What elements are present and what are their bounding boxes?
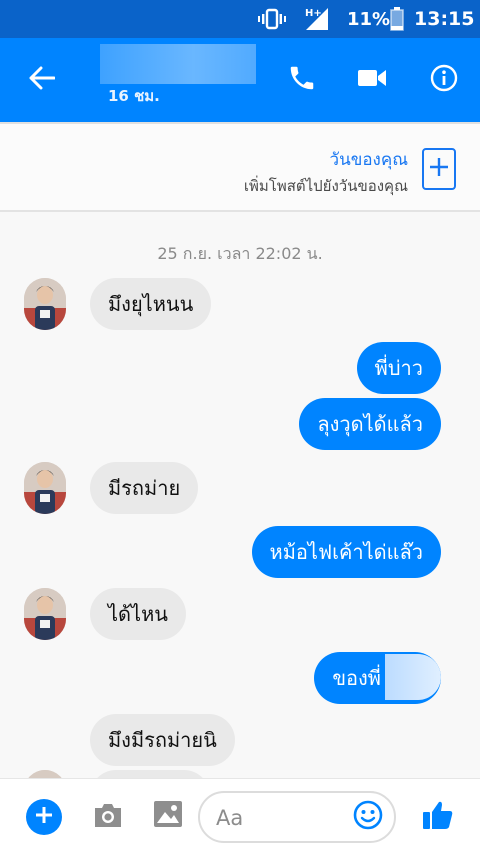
video-camera-icon bbox=[357, 67, 387, 93]
incoming-message[interactable]: มีรถม่าย bbox=[90, 462, 199, 514]
outgoing-message[interactable]: ของพี่ bbox=[314, 652, 441, 704]
svg-text:H+: H+ bbox=[305, 8, 322, 19]
emoji-icon bbox=[353, 800, 383, 834]
image-icon bbox=[153, 800, 183, 832]
contact-avatar[interactable] bbox=[24, 278, 66, 330]
last-active-status: 16 ชม. bbox=[108, 87, 160, 105]
your-day-title: วันของคุณ bbox=[329, 150, 408, 170]
message-timestamp: 25 ก.ย. เวลา 22:02 น. bbox=[157, 244, 323, 263]
thumbs-up-icon bbox=[422, 799, 454, 835]
incoming-message[interactable]: มึงมีรถม่ายนิ bbox=[90, 714, 235, 766]
vibrate-icon bbox=[258, 0, 286, 38]
battery-icon bbox=[390, 0, 404, 38]
contact-name-redacted[interactable] bbox=[100, 44, 256, 84]
outgoing-message[interactable]: พี่บ่าว bbox=[356, 342, 441, 394]
more-actions-button[interactable] bbox=[26, 799, 62, 835]
message-input[interactable] bbox=[216, 803, 346, 833]
contact-avatar[interactable] bbox=[24, 770, 66, 778]
back-arrow-icon bbox=[29, 66, 56, 94]
message-thread[interactable]: 25 ก.ย. เวลา 22:02 น. มึงยุไหนน พี่บ่าว … bbox=[0, 212, 480, 778]
your-day-subtitle: เพิ่มโพสต์ไปยังวันของคุณ bbox=[243, 177, 408, 195]
info-icon bbox=[430, 64, 458, 96]
back-button[interactable] bbox=[20, 58, 64, 102]
your-day-banner[interactable]: วันของคุณ เพิ่มโพสต์ไปยังวันของคุณ bbox=[0, 122, 480, 212]
call-button[interactable] bbox=[280, 58, 324, 102]
camera-button[interactable] bbox=[90, 801, 126, 833]
redacted-area bbox=[385, 654, 441, 700]
emoji-button[interactable] bbox=[352, 800, 384, 834]
conversation-header: 16 ชม. bbox=[0, 38, 480, 122]
signal-icon: H+ bbox=[302, 0, 330, 38]
plus-icon bbox=[35, 806, 53, 828]
like-button[interactable] bbox=[420, 799, 456, 835]
incoming-message[interactable]: มึงยุไหนน bbox=[90, 278, 212, 330]
status-bar: H+ 11% 13:15 bbox=[0, 0, 480, 38]
battery-percent: 11% bbox=[347, 8, 391, 30]
message-text: ของพี่ bbox=[332, 666, 381, 690]
phone-icon bbox=[287, 63, 317, 97]
camera-icon bbox=[92, 801, 124, 833]
outgoing-message[interactable]: หม้อไฟเค้าได่แล๊ว bbox=[251, 526, 441, 578]
contact-avatar[interactable] bbox=[24, 588, 66, 640]
info-button[interactable] bbox=[422, 58, 466, 102]
incoming-message[interactable]: ได้ไหน bbox=[90, 588, 186, 640]
incoming-message-partial[interactable] bbox=[90, 770, 210, 778]
message-composer bbox=[0, 778, 480, 854]
contact-avatar[interactable] bbox=[24, 462, 66, 514]
plus-icon bbox=[429, 157, 449, 181]
add-to-day-button[interactable] bbox=[422, 148, 456, 190]
video-call-button[interactable] bbox=[350, 58, 394, 102]
outgoing-message[interactable]: ลุงวุดได้แล้ว bbox=[299, 398, 441, 450]
gallery-button[interactable] bbox=[152, 799, 184, 833]
clock: 13:15 bbox=[414, 8, 475, 30]
